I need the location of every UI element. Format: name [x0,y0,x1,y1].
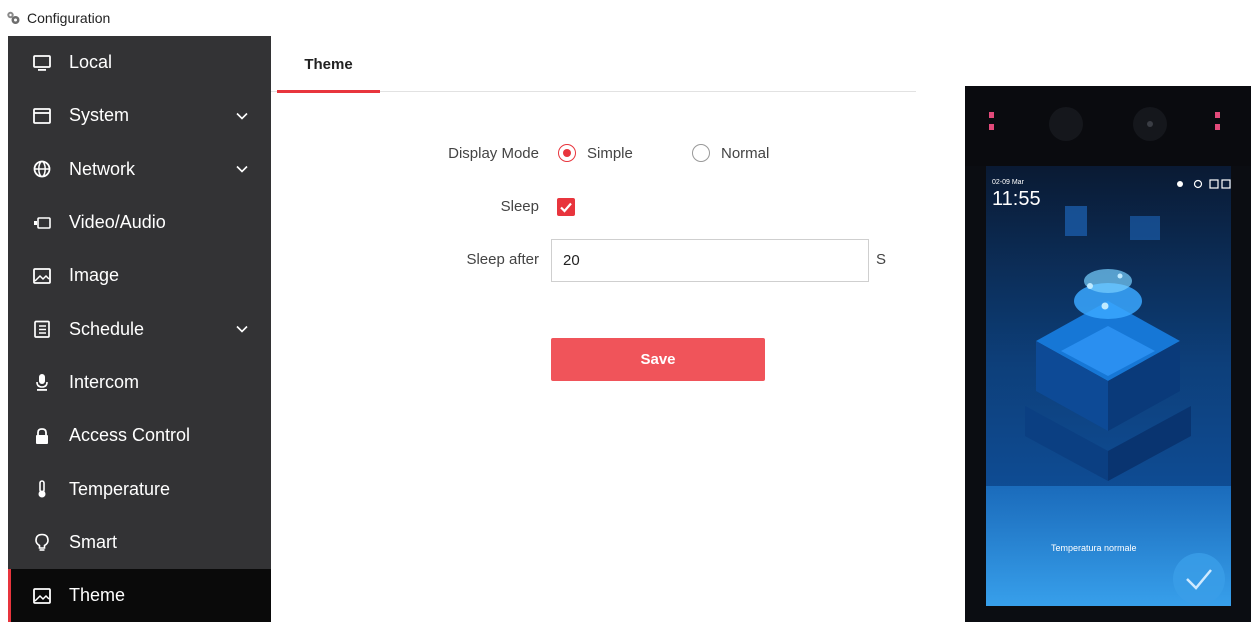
microphone-icon [32,372,52,392]
sidebar-item-smart[interactable]: Smart [8,516,271,569]
window-title: Configuration [27,10,111,26]
sidebar-item-label: Video/Audio [69,212,166,233]
device-time: 11:55 [992,188,1041,210]
sidebar-item-label: Schedule [69,318,145,339]
sidebar-item-label: System [69,105,130,126]
sidebar-item-network[interactable]: Network [8,143,271,196]
bulb-icon [32,532,52,552]
chevron-down-icon[interactable] [235,322,249,336]
sidebar-item-label: Theme [69,585,126,606]
chevron-down-icon[interactable] [235,109,249,123]
window-icon [32,106,52,126]
radio-simple-label[interactable]: Simple [587,145,633,162]
sidebar-item-label: Smart [69,531,118,552]
camera-icon [32,213,52,233]
clipboard-icon [32,319,52,339]
sidebar-item-temperature[interactable]: Temperature [8,462,271,515]
sidebar-item-image[interactable]: Image [8,249,271,302]
device-preview-photo: 02-09 Mar 11:55 Temperatura normale [965,86,1251,622]
thermometer-icon [32,479,52,499]
radio-simple[interactable] [558,144,576,162]
radio-normal-label[interactable]: Normal [721,145,769,162]
title-bar: Configuration [0,0,1251,36]
globe-icon [32,159,52,179]
image-icon [32,586,52,606]
sleep-after-unit: S [876,251,887,268]
sleep-checkbox[interactable] [557,198,575,216]
sidebar-item-theme[interactable]: Theme [8,568,271,622]
sleep-after-label: Sleep after [466,251,539,268]
sidebar: Local System Network Video/Audio Image S… [8,36,271,622]
sidebar-item-system[interactable]: System [8,89,271,142]
checkmark-icon [560,202,572,213]
sidebar-item-label: Local [69,52,113,73]
gear-cluster-icon [5,10,21,26]
tab-theme[interactable]: Theme [277,36,380,93]
sidebar-item-label: Image [69,265,120,286]
tab-bar: Theme [271,36,916,93]
device-illustration [965,86,1251,606]
image-icon [32,266,52,286]
sidebar-item-label: Access Control [69,425,191,446]
device-status-text: Temperatura normale [1051,543,1137,553]
sidebar-item-local[interactable]: Local [8,36,271,89]
save-button[interactable]: Save [551,338,765,381]
sleep-after-input[interactable] [551,239,869,282]
sidebar-item-label: Temperature [69,478,171,499]
sidebar-item-schedule[interactable]: Schedule [8,302,271,355]
sidebar-item-video-audio[interactable]: Video/Audio [8,196,271,249]
sidebar-item-label: Intercom [69,371,140,392]
device-date: 02-09 Mar [992,179,1024,186]
sidebar-item-intercom[interactable]: Intercom [8,356,271,409]
sidebar-item-label: Network [69,158,136,179]
radio-normal[interactable] [692,144,710,162]
display-mode-label: Display Mode [448,145,539,162]
chevron-down-icon[interactable] [235,162,249,176]
sleep-label: Sleep [500,198,539,215]
lock-icon [32,426,52,446]
sidebar-item-access-control[interactable]: Access Control [8,409,271,462]
monitor-icon [32,53,52,73]
